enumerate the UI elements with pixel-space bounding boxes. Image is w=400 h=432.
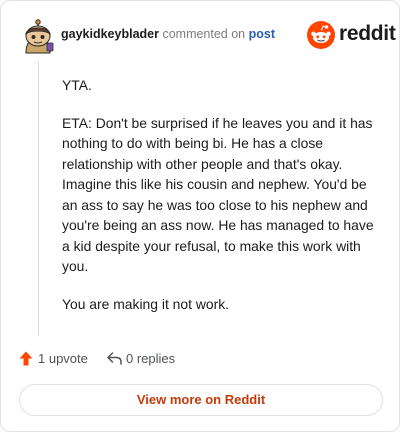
comment-embed-card: gaykidkeyblader commented on post reddit…	[0, 0, 400, 432]
post-link[interactable]: post	[249, 27, 275, 41]
user-avatar[interactable]	[21, 19, 55, 55]
attribution-action: commented on	[162, 27, 246, 41]
view-more-button[interactable]: View more on Reddit	[19, 384, 383, 416]
comment-attribution: gaykidkeyblader commented on post	[61, 27, 275, 41]
comment-paragraph: You are making it not work.	[62, 295, 230, 312]
comment-paragraph: YTA.	[62, 77, 92, 93]
username-link[interactable]: gaykidkeyblader	[61, 27, 159, 41]
replies-count: 0 replies	[126, 351, 176, 366]
upvote-count: 1 upvote	[38, 351, 88, 366]
reddit-logo-icon	[307, 21, 335, 49]
comment-body: YTA. ETA: Don't be surprised if he leave…	[62, 75, 380, 331]
upvote-arrow-icon	[19, 351, 33, 366]
reddit-wordmark: reddit	[339, 22, 396, 45]
comment-header: gaykidkeyblader commented on post reddit	[15, 15, 396, 55]
reddit-brand[interactable]: reddit	[307, 21, 396, 49]
reply-arrow-icon	[107, 352, 122, 365]
comment-paragraph: ETA: Don't be surprised if he leaves you…	[62, 114, 374, 275]
thread-line	[38, 61, 39, 336]
